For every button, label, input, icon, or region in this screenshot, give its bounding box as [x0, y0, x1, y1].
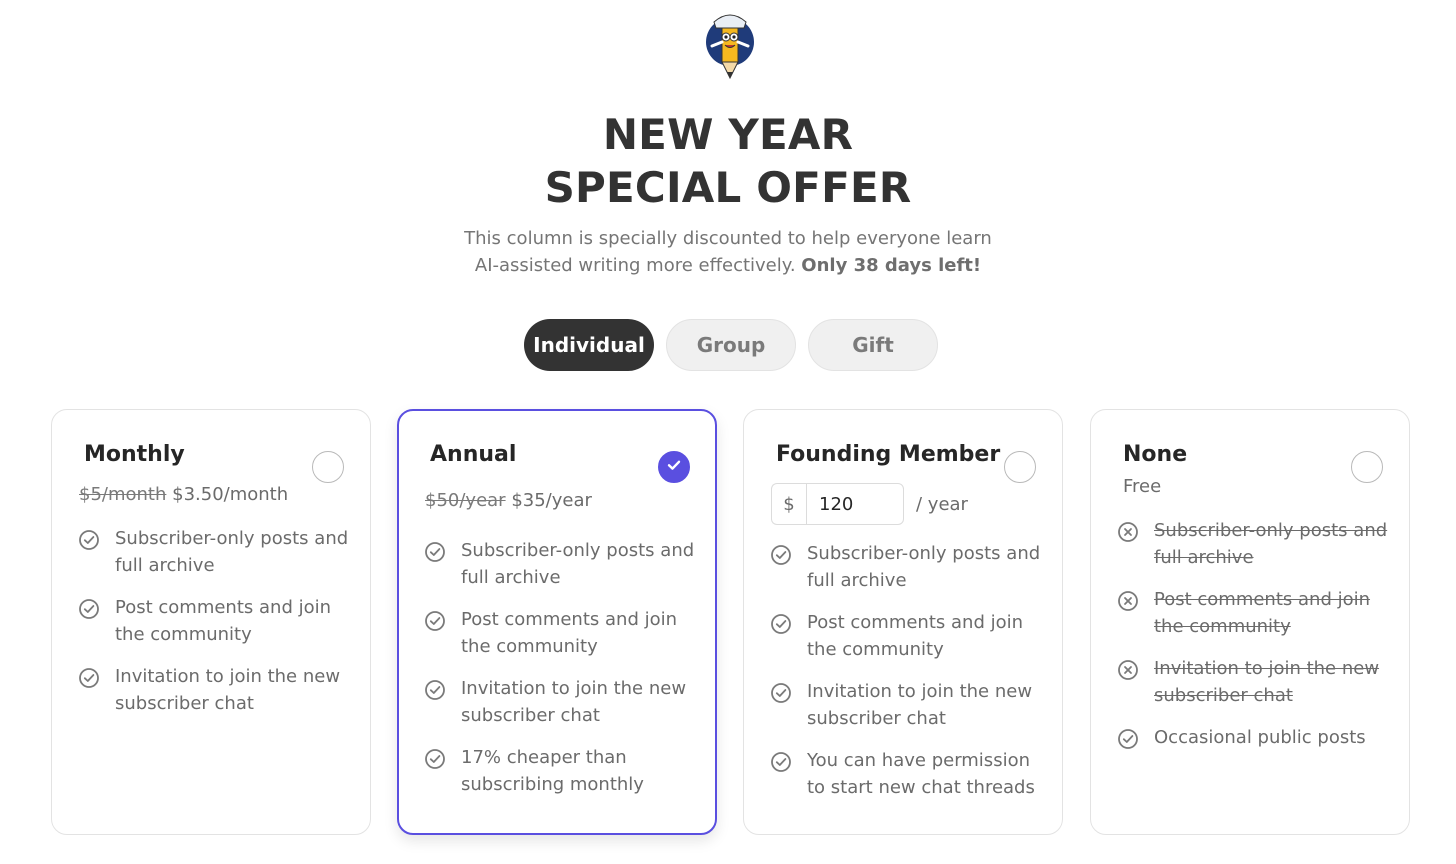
plan-radio-checked[interactable] [658, 451, 690, 483]
currency-prefix: $ [771, 483, 806, 525]
feature-list: Subscriber-only posts and full archive P… [770, 541, 1048, 817]
tab-group[interactable]: Group [666, 319, 796, 371]
check-circle-icon [770, 751, 792, 773]
check-circle-icon [770, 544, 792, 566]
feature-item-excluded: Subscriber-only posts and full archive [1117, 518, 1395, 571]
check-circle-icon [78, 667, 100, 689]
plan-radio[interactable] [312, 451, 344, 483]
feature-item: Post comments and join the community [78, 595, 356, 648]
feature-item: You can have permission to start new cha… [770, 748, 1048, 801]
custom-amount-row: $ / year [771, 483, 968, 525]
page-subtitle: This column is specially discounted to h… [458, 225, 998, 279]
feature-item: Subscriber-only posts and full archive [78, 526, 356, 579]
check-circle-icon [78, 529, 100, 551]
new-price: $3.50/month [172, 484, 289, 505]
check-circle-icon [770, 613, 792, 635]
plan-card-founding-member[interactable]: Founding Member $ / year Subscriber-only… [743, 409, 1063, 835]
check-circle-icon [424, 748, 446, 770]
feature-item: Post comments and join the community [424, 607, 701, 660]
feature-list: Subscriber-only posts and full archive P… [1117, 518, 1395, 768]
feature-item: Post comments and join the community [770, 610, 1048, 663]
feature-item: 17% cheaper than subscribing monthly [424, 745, 701, 798]
feature-item: Invitation to join the new subscriber ch… [770, 679, 1048, 732]
feature-item: Invitation to join the new subscriber ch… [424, 676, 701, 729]
plan-name: Monthly [84, 442, 185, 467]
check-circle-icon [424, 679, 446, 701]
feature-item: Subscriber-only posts and full archive [424, 538, 701, 591]
plan-radio[interactable] [1351, 451, 1383, 483]
old-price: $5/month [79, 484, 167, 505]
subtitle-deadline: Only 38 days left! [801, 255, 982, 276]
check-circle-icon [770, 682, 792, 704]
plan-price: Free [1123, 476, 1162, 497]
plan-name: Annual [430, 442, 517, 467]
plan-name: None [1123, 442, 1188, 467]
plan-card-none[interactable]: None Free Subscriber-only posts and full… [1090, 409, 1410, 835]
plan-card-monthly[interactable]: Monthly $5/month $3.50/month Subscriber-… [51, 409, 371, 835]
custom-amount-input[interactable] [806, 483, 904, 525]
plan-price: $5/month $3.50/month [79, 484, 288, 505]
plan-radio[interactable] [1004, 451, 1036, 483]
feature-item-excluded: Post comments and join the community [1117, 587, 1395, 640]
feature-item: Occasional public posts [1117, 725, 1395, 752]
check-circle-icon [424, 610, 446, 632]
publication-logo [704, 8, 756, 86]
plan-card-annual[interactable]: Annual $50/year $35/year Subscriber-only… [397, 409, 717, 835]
plan-price: $50/year $35/year [425, 490, 592, 511]
plan-name: Founding Member [776, 442, 1001, 467]
check-circle-icon [424, 541, 446, 563]
amount-period: / year [916, 493, 968, 515]
feature-item-excluded: Invitation to join the new subscriber ch… [1117, 656, 1395, 709]
check-circle-icon [78, 598, 100, 620]
feature-item: Subscriber-only posts and full archive [770, 541, 1048, 594]
new-price: $35/year [511, 490, 592, 511]
checkmark-icon [665, 456, 683, 478]
tab-individual[interactable]: Individual [524, 319, 654, 371]
feature-item: Invitation to join the new subscriber ch… [78, 664, 356, 717]
plan-type-tabs: Individual Group Gift [524, 319, 938, 371]
tab-gift[interactable]: Gift [808, 319, 938, 371]
old-price: $50/year [425, 490, 506, 511]
check-circle-icon [1117, 728, 1139, 750]
x-circle-icon [1117, 659, 1139, 681]
feature-list: Subscriber-only posts and full archive P… [424, 538, 701, 814]
x-circle-icon [1117, 590, 1139, 612]
feature-list: Subscriber-only posts and full archive P… [78, 526, 356, 733]
x-circle-icon [1117, 521, 1139, 543]
page-title: NEW YEAR SPECIAL OFFER [544, 110, 912, 212]
